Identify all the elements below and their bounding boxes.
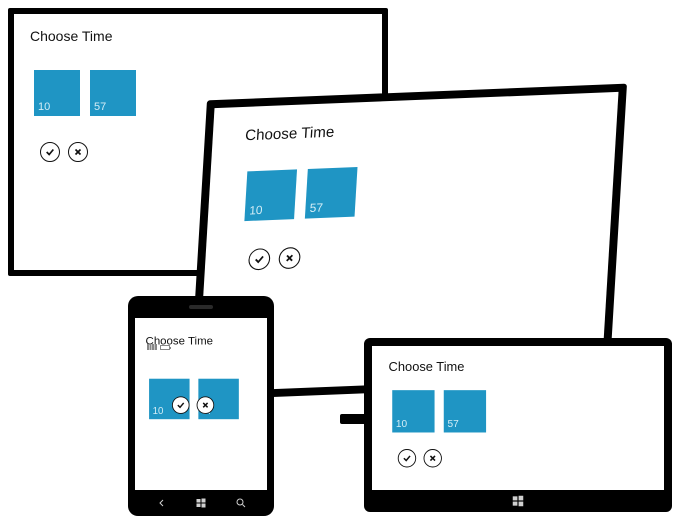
minute-tile[interactable]: 57 xyxy=(90,70,136,116)
page-title: Choose Time xyxy=(30,28,366,44)
tablet-home-button[interactable] xyxy=(511,494,525,508)
screen: Choose Time 10 57 xyxy=(372,346,664,490)
phone: Choose Time 10 57 xyxy=(128,296,274,516)
battery-icon xyxy=(160,345,170,350)
time-picker: 10 57 xyxy=(392,390,624,432)
windows-icon[interactable] xyxy=(195,497,207,509)
windows-icon xyxy=(511,494,525,508)
search-icon[interactable] xyxy=(235,497,247,509)
check-icon xyxy=(402,454,411,463)
hour-tile[interactable]: 10 xyxy=(34,70,80,116)
close-icon xyxy=(201,401,210,410)
close-icon xyxy=(73,147,83,157)
back-icon[interactable] xyxy=(156,497,168,509)
close-icon xyxy=(284,252,295,263)
hour-value: 10 xyxy=(396,419,407,430)
minute-value: 57 xyxy=(94,101,106,113)
minute-tile[interactable]: 57 xyxy=(305,167,358,219)
cancel-button[interactable] xyxy=(278,247,301,269)
check-icon xyxy=(176,401,185,410)
confirm-button[interactable] xyxy=(248,248,271,270)
hour-tile[interactable]: 10 xyxy=(392,390,434,432)
hour-value: 10 xyxy=(38,101,50,113)
signal-icon xyxy=(147,344,157,350)
phone-status-bar xyxy=(147,342,255,352)
phone-earpiece xyxy=(189,305,213,309)
minute-value: 57 xyxy=(309,202,323,215)
hour-value: 10 xyxy=(249,204,263,217)
time-picker: 10 57 xyxy=(244,156,618,221)
check-icon xyxy=(45,147,55,157)
cancel-button[interactable] xyxy=(424,449,442,467)
check-icon xyxy=(254,254,265,265)
tablet: Choose Time 10 57 xyxy=(364,338,672,512)
confirm-button[interactable] xyxy=(40,142,60,162)
confirm-button[interactable] xyxy=(398,449,416,467)
phone-nav-bar xyxy=(128,494,274,512)
screen: Choose Time 10 57 xyxy=(135,318,267,490)
page-title: Choose Time xyxy=(245,111,619,144)
confirm-button[interactable] xyxy=(172,396,190,414)
page-title: Choose Time xyxy=(389,359,625,374)
minute-tile[interactable]: 57 xyxy=(444,390,486,432)
minute-value: 57 xyxy=(447,419,458,430)
cancel-button[interactable] xyxy=(197,396,215,414)
hour-tile[interactable]: 10 xyxy=(244,169,297,221)
cancel-button[interactable] xyxy=(68,142,88,162)
close-icon xyxy=(428,454,437,463)
